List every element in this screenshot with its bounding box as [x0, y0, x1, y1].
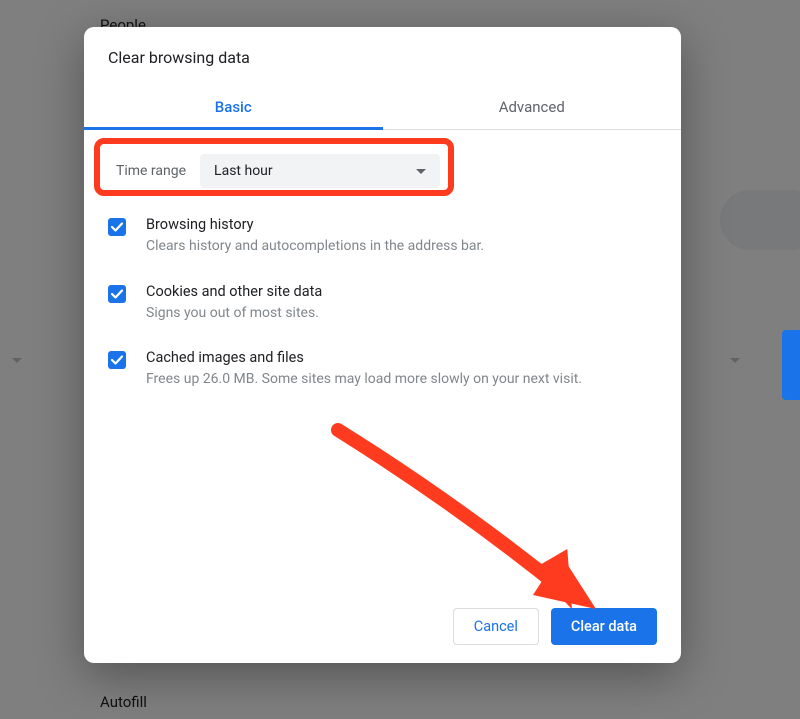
option-text: Browsing history Clears history and auto…	[146, 216, 484, 257]
background-right-panel	[782, 330, 800, 400]
option-title: Cached images and files	[146, 349, 582, 366]
dialog-title: Clear browsing data	[84, 27, 681, 85]
option-desc: Frees up 26.0 MB. Some sites may load mo…	[146, 370, 582, 390]
dialog-footer: Cancel Clear data	[84, 590, 681, 663]
checkbox-cached[interactable]	[108, 351, 126, 369]
time-range-value: Last hour	[214, 163, 273, 179]
option-row-cookies: Cookies and other site data Signs you ou…	[108, 283, 657, 324]
option-row-cached: Cached images and files Frees up 26.0 MB…	[108, 349, 657, 390]
option-row-browsing-history: Browsing history Clears history and auto…	[108, 216, 657, 257]
background-chevron-icon	[730, 358, 740, 363]
option-title: Browsing history	[146, 216, 484, 233]
tab-basic[interactable]: Basic	[84, 85, 383, 129]
chevron-down-icon	[416, 169, 426, 174]
tabs: Basic Advanced	[84, 85, 681, 130]
background-chevron-icon	[12, 358, 22, 363]
option-text: Cached images and files Frees up 26.0 MB…	[146, 349, 582, 390]
cancel-button[interactable]: Cancel	[453, 608, 539, 645]
option-desc: Signs you out of most sites.	[146, 304, 322, 324]
checkbox-cookies[interactable]	[108, 285, 126, 303]
checkbox-browsing-history[interactable]	[108, 218, 126, 236]
check-icon	[110, 287, 124, 301]
option-title: Cookies and other site data	[146, 283, 322, 300]
clear-browsing-data-dialog: Clear browsing data Basic Advanced Time …	[84, 27, 681, 663]
check-icon	[110, 353, 124, 367]
check-icon	[110, 220, 124, 234]
time-range-row: Time range Last hour	[108, 154, 657, 188]
time-range-label: Time range	[116, 163, 186, 179]
option-text: Cookies and other site data Signs you ou…	[146, 283, 322, 324]
tab-advanced[interactable]: Advanced	[383, 85, 682, 129]
option-desc: Clears history and autocompletions in th…	[146, 237, 484, 257]
clear-data-button[interactable]: Clear data	[551, 608, 657, 645]
time-range-select[interactable]: Last hour	[200, 154, 440, 188]
dialog-content: Time range Last hour Browsing history Cl…	[84, 130, 681, 590]
